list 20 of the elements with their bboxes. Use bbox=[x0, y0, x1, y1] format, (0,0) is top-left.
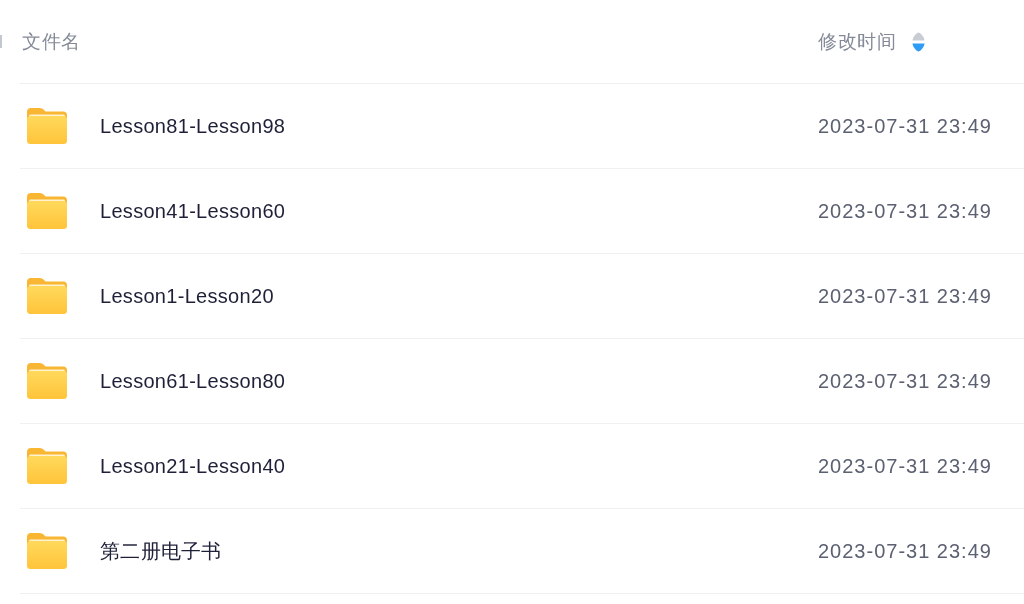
folder-icon bbox=[27, 363, 67, 399]
file-name[interactable]: Lesson61-Lesson80 bbox=[100, 369, 286, 393]
folder-icon bbox=[27, 108, 67, 144]
modified-time: 2023-07-31 23:49 bbox=[818, 284, 992, 308]
sort-icon[interactable] bbox=[912, 32, 925, 53]
folder-icon bbox=[27, 193, 67, 229]
file-name[interactable]: Lesson41-Lesson60 bbox=[100, 199, 286, 223]
folder-icon bbox=[27, 448, 67, 484]
folder-icon bbox=[27, 278, 67, 314]
modified-time: 2023-07-31 23:49 bbox=[818, 369, 992, 393]
modified-time: 2023-07-31 23:49 bbox=[818, 199, 992, 223]
modified-time: 2023-07-31 23:49 bbox=[818, 114, 992, 138]
file-name[interactable]: Lesson81-Lesson98 bbox=[100, 114, 286, 138]
file-name[interactable]: 第二册电子书 bbox=[100, 537, 222, 565]
file-name[interactable]: Lesson21-Lesson40 bbox=[100, 454, 286, 478]
folder-icon bbox=[27, 533, 67, 569]
modified-time: 2023-07-31 23:49 bbox=[818, 539, 992, 563]
modified-time: 2023-07-31 23:49 bbox=[818, 454, 992, 478]
file-name[interactable]: Lesson1-Lesson20 bbox=[100, 284, 274, 308]
column-header[interactable]: 文件名 bbox=[22, 28, 81, 55]
